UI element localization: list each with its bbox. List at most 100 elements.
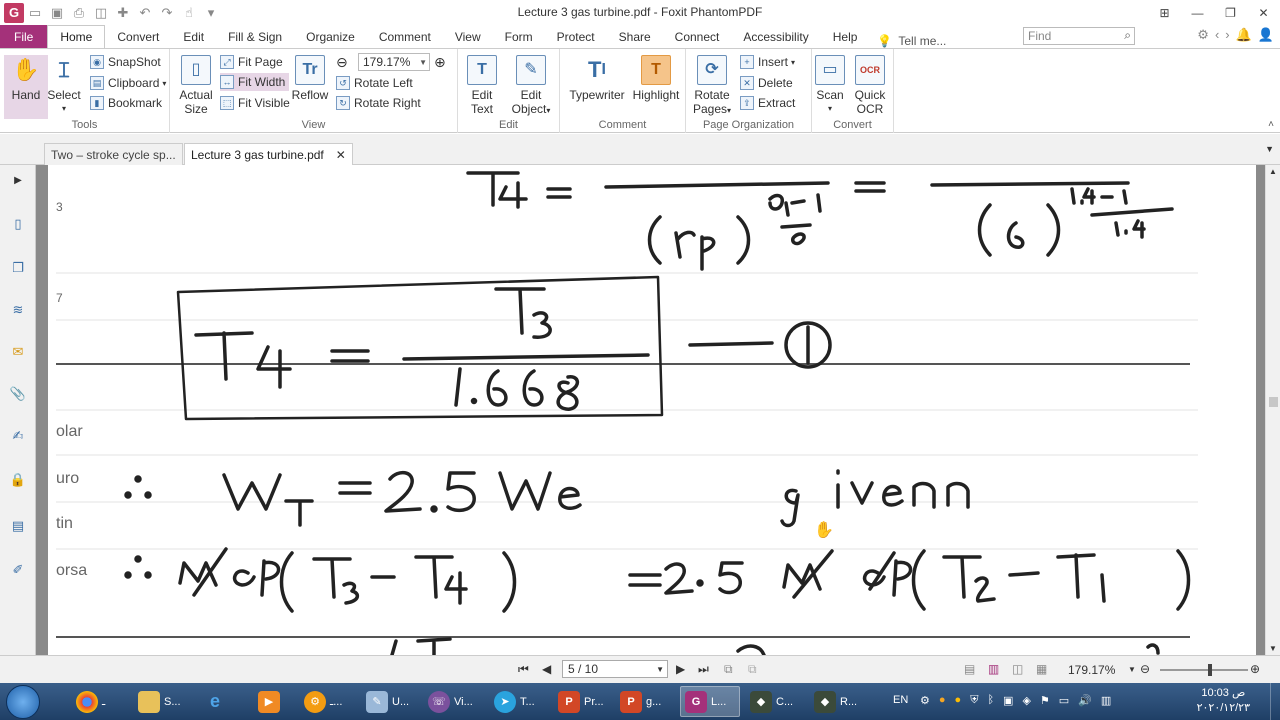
fit-visible-button[interactable]: ⬚ Fit Visible xyxy=(220,94,290,112)
find-input[interactable]: Find ⌕ xyxy=(1023,27,1135,45)
zoom-percent[interactable]: 179.17% xyxy=(1068,663,1115,677)
tab-help[interactable]: Help xyxy=(821,25,870,48)
signature-icon[interactable]: ✍ xyxy=(9,427,27,445)
highlight-button[interactable]: T Highlight xyxy=(632,55,680,102)
tab-share[interactable]: Share xyxy=(607,25,663,48)
insert-button[interactable]: + Insert ▾ xyxy=(740,53,795,71)
zoom-select[interactable]: 179.17% ▼ xyxy=(358,53,430,71)
save-icon[interactable]: ▣ xyxy=(46,3,68,23)
taskbar-telegram[interactable]: ➤ T... xyxy=(490,686,546,717)
next-page-icon[interactable]: ▶ xyxy=(676,662,685,676)
redo-icon[interactable]: ↷ xyxy=(156,3,178,23)
actual-size-button[interactable]: ▯ Actual Size xyxy=(174,55,218,116)
collapse-ribbon-icon[interactable]: ˄ xyxy=(1268,119,1274,130)
continuous-facing-view-icon[interactable]: ▦ xyxy=(1036,662,1047,676)
tray-app-2-icon[interactable]: ▣ xyxy=(1003,694,1013,707)
minimize-button[interactable]: — xyxy=(1181,0,1214,25)
tray-app-icon[interactable]: ⚙ xyxy=(920,694,930,707)
zoom-dropdown-status-icon[interactable]: ▼ xyxy=(1128,665,1136,674)
taskbar-viber[interactable]: ☏ Vi... xyxy=(424,686,482,717)
tray-network-icon[interactable]: ▥ xyxy=(1101,694,1111,707)
taskbar-media[interactable]: ▶ xyxy=(254,686,298,717)
comments-icon[interactable]: ✉ xyxy=(9,343,27,361)
last-page-icon[interactable]: ⏭ xyxy=(698,662,709,677)
rotate-pages-button[interactable]: ⟳ Rotate Pages▾ xyxy=(690,55,734,118)
clipboard-button[interactable]: ▤ Clipboard ▾ xyxy=(90,74,166,92)
tray-shield-icon[interactable]: ⛨ xyxy=(970,694,978,707)
bookmark-button[interactable]: ▮ Bookmark xyxy=(90,94,162,112)
close-tab-icon[interactable]: ✕ xyxy=(336,148,346,162)
taskbar-paint[interactable]: ✎ U... xyxy=(362,686,418,717)
next-result-icon[interactable]: › xyxy=(1225,27,1229,43)
typewriter-button[interactable]: TI Typewriter xyxy=(566,55,628,103)
document-view[interactable]: 3 7 olar uro tin orsa xyxy=(36,165,1265,655)
tab-file[interactable]: File xyxy=(0,25,48,48)
copy-page-icon[interactable]: ⧉ xyxy=(724,662,733,677)
expand-panel-icon[interactable]: ▶ xyxy=(9,171,27,189)
edit-text-button[interactable]: T Edit Text xyxy=(460,55,504,116)
tab-protect[interactable]: Protect xyxy=(545,25,607,48)
scan-button[interactable]: ▭ Scan ▾ xyxy=(808,55,852,116)
scroll-down-icon[interactable]: ▼ xyxy=(1269,644,1277,653)
attachments-icon[interactable]: 📎 xyxy=(9,385,27,403)
taskbar-chrome[interactable]: ـ xyxy=(72,686,128,717)
print-icon[interactable]: ⎙ xyxy=(68,3,90,23)
tray-volume-icon[interactable]: 🔊 xyxy=(1078,694,1092,707)
edit-object-button[interactable]: ✎ Edit Object▾ xyxy=(506,55,556,118)
zoom-in-button[interactable]: ⊕ xyxy=(434,53,446,71)
tab-fill-sign[interactable]: Fill & Sign xyxy=(216,25,294,48)
zoom-in-status-icon[interactable]: ⊕ xyxy=(1250,662,1260,676)
tags-icon[interactable]: ✐ xyxy=(9,561,27,579)
rotate-right-button[interactable]: ↻ Rotate Right xyxy=(336,94,421,112)
scrollbar-thumb[interactable] xyxy=(1269,397,1278,407)
search-icon[interactable]: ⌕ xyxy=(1124,28,1131,43)
account-icon[interactable]: 👤 xyxy=(1258,27,1274,43)
vertical-scrollbar[interactable]: ▲ ▼ xyxy=(1265,165,1280,655)
zoom-slider-knob[interactable] xyxy=(1208,664,1212,676)
ribbon-options-icon[interactable]: ⊞ xyxy=(1148,0,1181,25)
security-lock-icon[interactable]: 🔒 xyxy=(9,471,27,489)
reflow-button[interactable]: Tr Reflow xyxy=(288,55,332,102)
prev-result-icon[interactable]: ‹ xyxy=(1215,27,1219,43)
prev-page-icon[interactable]: ◀ xyxy=(542,662,551,676)
scroll-up-icon[interactable]: ▲ xyxy=(1269,167,1277,176)
tab-accessibility[interactable]: Accessibility xyxy=(731,25,820,48)
doc-tab-lecture-3[interactable]: Lecture 3 gas turbine.pdf ✕ xyxy=(184,143,353,165)
zoom-slider[interactable] xyxy=(1160,664,1248,676)
snapshot-button[interactable]: ◉ SnapShot xyxy=(90,53,161,71)
system-clock[interactable]: 10:03 ص ٢٠٢٠/١٢/٢٣ xyxy=(1197,686,1250,716)
tray-app-3-icon[interactable]: ◈ xyxy=(1022,694,1030,707)
tray-monitor-icon[interactable]: ▭ xyxy=(1059,694,1069,707)
undo-icon[interactable]: ↶ xyxy=(134,3,156,23)
taskbar-ie[interactable]: e xyxy=(200,686,244,717)
delete-button[interactable]: ✕ Delete xyxy=(740,74,793,92)
language-indicator[interactable]: EN xyxy=(893,694,908,706)
close-button[interactable]: ✕ xyxy=(1247,0,1280,25)
tray-flag-icon[interactable]: ⚑ xyxy=(1040,694,1050,707)
find-options-icon[interactable]: ⚙ xyxy=(1197,27,1209,43)
windows-start-button[interactable] xyxy=(6,685,40,719)
tab-convert[interactable]: Convert xyxy=(105,25,171,48)
thumbnails-icon[interactable]: ❐ xyxy=(9,259,27,277)
hand-quick-icon[interactable]: ☝ xyxy=(178,3,200,23)
screenshot-icon[interactable]: ◫ xyxy=(90,3,112,23)
tab-organize[interactable]: Organize xyxy=(294,25,367,48)
tab-list-dropdown-icon[interactable]: ▼ xyxy=(1265,144,1274,154)
taskbar-powerpoint-2[interactable]: P g... xyxy=(616,686,674,717)
notification-bell-icon[interactable]: 🔔 xyxy=(1236,27,1252,43)
taskbar-app-settings[interactable]: ⚙ ـ... xyxy=(300,686,356,717)
pdf-page[interactable]: 3 7 olar uro tin orsa xyxy=(48,165,1256,655)
tray-firefox-icon[interactable]: ● xyxy=(939,694,946,707)
first-page-icon[interactable]: ⏮ xyxy=(518,662,529,677)
tab-connect[interactable]: Connect xyxy=(663,25,732,48)
taskbar-foxit[interactable]: G L... xyxy=(680,686,740,717)
taskbar-powerpoint-1[interactable]: P Pr... xyxy=(554,686,612,717)
quick-ocr-button[interactable]: OCR Quick OCR xyxy=(848,55,892,116)
zoom-out-button[interactable]: ⊖ xyxy=(336,53,348,71)
tray-bluetooth-icon[interactable]: ᛒ xyxy=(987,694,994,707)
facing-view-icon[interactable]: ◫ xyxy=(1012,662,1023,676)
taskbar-app-r[interactable]: ◆ R... xyxy=(810,686,868,717)
single-page-view-icon[interactable]: ▤ xyxy=(964,662,975,676)
form-fields-icon[interactable]: ▤ xyxy=(9,517,27,535)
tell-me-box[interactable]: 💡 Tell me... xyxy=(877,34,946,48)
